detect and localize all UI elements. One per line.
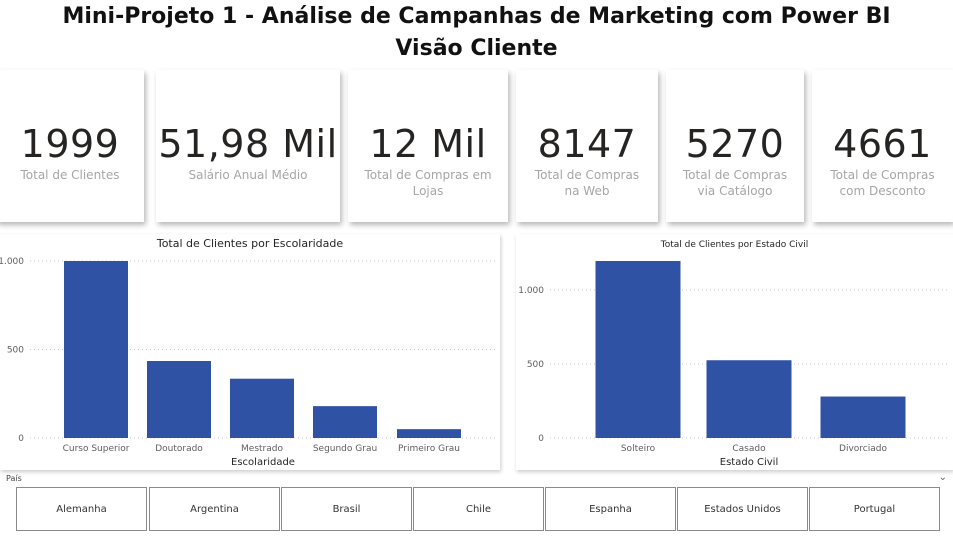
kpi-label: Total de Compras com Desconto	[830, 168, 935, 198]
chart-escolaridade[interactable]: Total de Clientes por Escolaridade 0 500 1.…	[0, 234, 500, 470]
bar-primeiro-grau[interactable]	[397, 429, 461, 438]
bar-segundo-grau[interactable]	[313, 406, 377, 438]
x-tick-label: Casado	[732, 444, 766, 454]
chevron-down-icon[interactable]: ⌄	[939, 472, 947, 483]
kpi-card-compras-web[interactable]: 8147 Total de Compras na Web	[516, 70, 658, 222]
y-tick-label: 1.000	[518, 286, 544, 296]
bar-divorciado[interactable]	[820, 396, 906, 438]
slicer-option-portugal[interactable]: Portugal	[809, 487, 940, 531]
kpi-card-compras-catalogo[interactable]: 5270 Total de Compras via Catálogo	[666, 70, 804, 222]
x-tick-label: Curso Superior	[63, 444, 130, 454]
kpi-card-compras-desconto[interactable]: 4661 Total de Compras com Desconto	[812, 70, 953, 222]
bar-casado[interactable]	[706, 360, 792, 438]
kpi-card-compras-lojas[interactable]: 12 Mil Total de Compras em Lojas	[348, 70, 508, 222]
slicer-option-alemanha[interactable]: Alemanha	[16, 487, 147, 531]
kpi-label: Total de Clientes	[20, 168, 120, 182]
slicer-option-argentina[interactable]: Argentina	[149, 487, 280, 531]
bar-mestrado[interactable]	[230, 378, 294, 438]
y-tick-label: 500	[7, 346, 24, 356]
y-tick-label: 1.000	[0, 257, 24, 267]
bar-curso-superior[interactable]	[64, 261, 128, 438]
bar-doutorado[interactable]	[147, 361, 211, 438]
kpi-label: Salário Anual Médio	[188, 168, 308, 182]
slicer-option-estados-unidos[interactable]: Estados Unidos	[677, 487, 808, 531]
chart-estado-civil[interactable]: Total de Clientes por Estado Civil 0 500 1.…	[516, 234, 953, 470]
slicer-option-espanha[interactable]: Espanha	[545, 487, 676, 531]
x-tick-label: Doutorado	[155, 444, 203, 454]
kpi-value: 4661	[833, 122, 932, 166]
y-tick-label: 500	[527, 360, 544, 370]
x-tick-label: Divorciado	[839, 444, 887, 454]
kpi-value: 51,98 Mil	[158, 122, 338, 166]
x-axis-label: Escolaridade	[231, 457, 295, 468]
chart-title: Total de Clientes por Estado Civil	[660, 240, 809, 250]
bar-solteiro[interactable]	[595, 261, 681, 438]
page-subtitle: Visão Cliente	[395, 36, 558, 61]
x-tick-label: Mestrado	[241, 444, 283, 454]
chart-panel-estado-civil[interactable]: Total de Clientes por Estado Civil 0 500 1.…	[516, 234, 953, 470]
y-tick-label: 0	[538, 434, 544, 444]
slicer-option-chile[interactable]: Chile	[413, 487, 544, 531]
kpi-value: 12 Mil	[369, 122, 487, 166]
kpi-card-salario-medio[interactable]: 51,98 Mil Salário Anual Médio	[156, 70, 340, 222]
x-tick-label: Solteiro	[621, 444, 656, 454]
y-tick-label: 0	[18, 434, 24, 444]
x-axis-label: Estado Civil	[720, 457, 778, 468]
kpi-value: 1999	[20, 122, 120, 166]
chart-title: Total de Clientes por Escolaridade	[156, 237, 344, 250]
chart-panel-escolaridade[interactable]: Total de Clientes por Escolaridade 0 500 1.…	[0, 234, 500, 470]
slicer-option-brasil[interactable]: Brasil	[281, 487, 412, 531]
kpi-label: Total de Compras na Web	[534, 168, 640, 198]
kpi-card-total-clientes[interactable]: 1999 Total de Clientes	[0, 70, 144, 222]
kpi-value: 5270	[685, 122, 785, 166]
x-tick-label: Segundo Grau	[313, 444, 377, 454]
page-title: Mini-Projeto 1 - Análise de Campanhas de…	[62, 4, 891, 29]
kpi-label: Total de Compras em Lojas	[364, 168, 492, 198]
slicer-label: País	[6, 474, 22, 483]
kpi-label: Total de Compras via Catálogo	[682, 168, 788, 198]
kpi-value: 8147	[537, 122, 637, 166]
x-tick-label: Primeiro Grau	[398, 444, 460, 454]
